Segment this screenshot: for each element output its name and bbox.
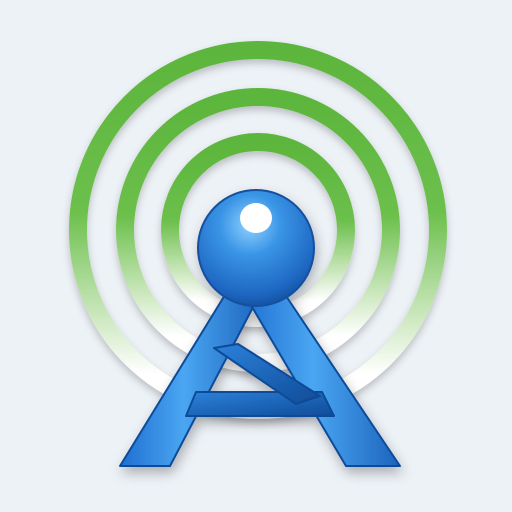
tower-orb-highlight: [240, 203, 272, 233]
app-icon-canvas: [0, 0, 512, 512]
radio-tower-broadcast-icon: [69, 41, 447, 467]
